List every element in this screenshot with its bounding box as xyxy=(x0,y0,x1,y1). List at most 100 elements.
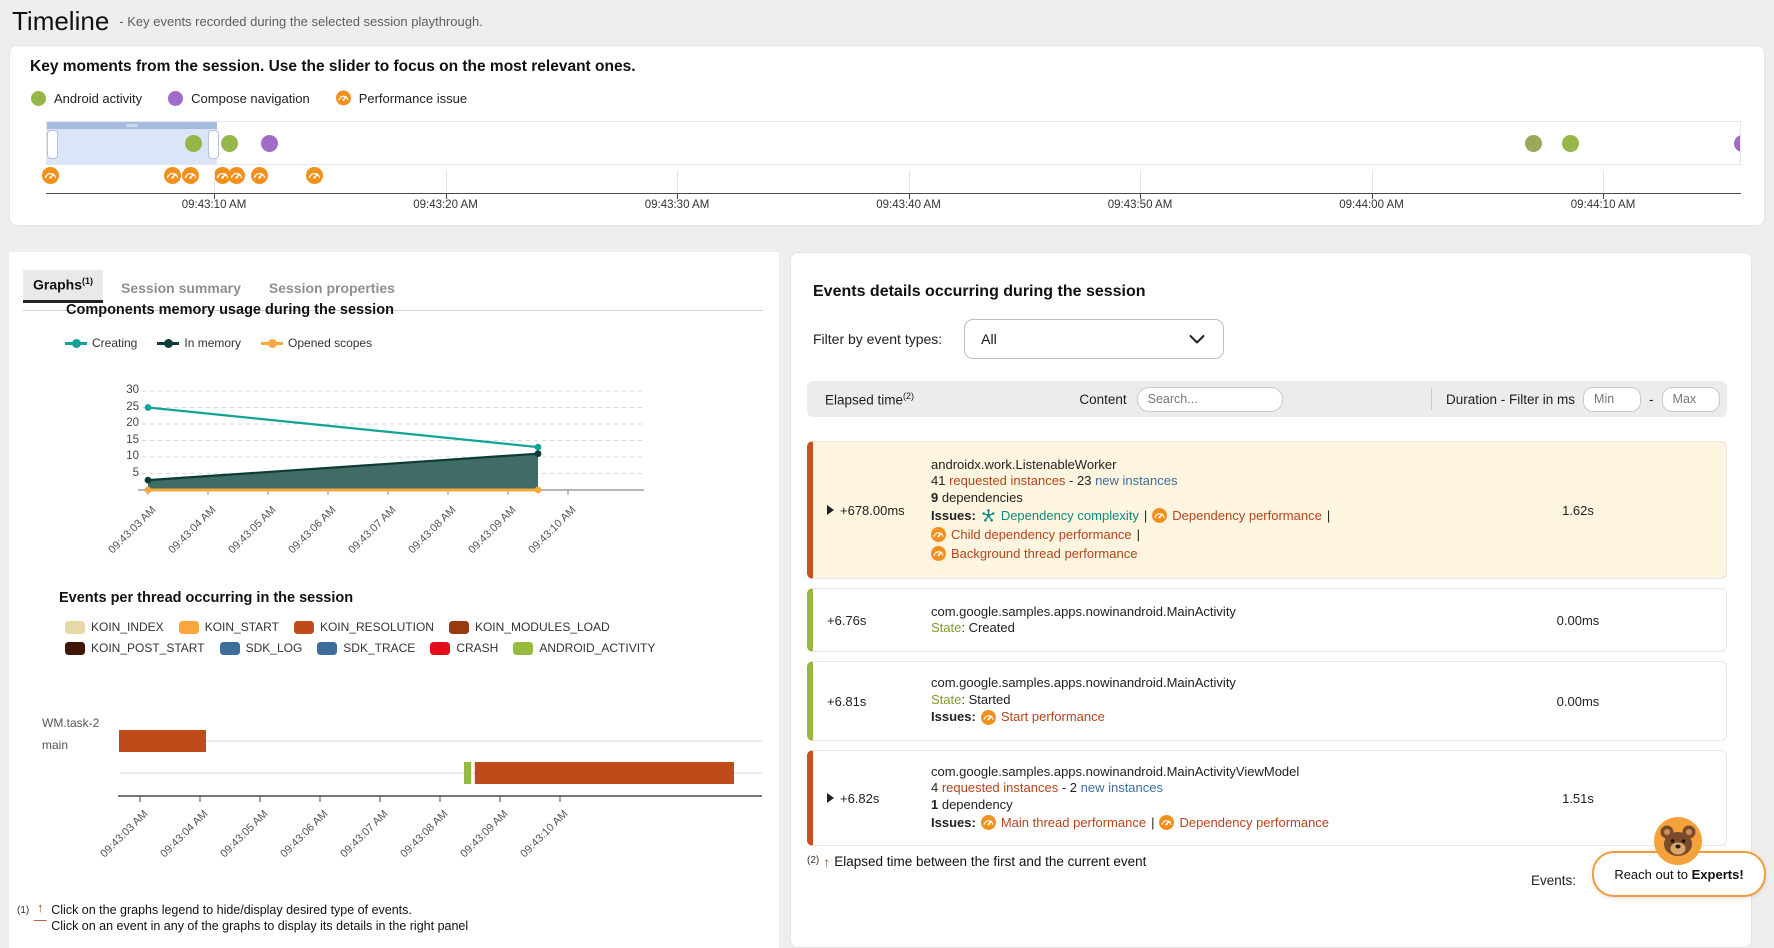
gauge-icon xyxy=(981,710,996,725)
timeline-axis xyxy=(46,193,1741,194)
memory-x-tick-label: 09:43:04 AM xyxy=(149,504,218,573)
issue-link[interactable]: Dependency complexity xyxy=(1001,508,1139,525)
thread-event-bar[interactable] xyxy=(119,730,206,752)
new-instances-link[interactable]: new instances xyxy=(1095,473,1177,488)
legend-sdk-log[interactable]: SDK_LOG xyxy=(220,641,303,655)
timeline-event-dot[interactable] xyxy=(221,135,238,152)
performance-issue-icon[interactable] xyxy=(164,167,181,184)
requested-instances-link[interactable]: requested instances xyxy=(949,473,1065,488)
memory-data-point[interactable] xyxy=(535,444,542,451)
gauge-icon xyxy=(1159,815,1174,830)
legend-android-activity[interactable]: ANDROID_ACTIVITY xyxy=(513,641,655,655)
performance-issue-icon[interactable] xyxy=(228,167,245,184)
event-row[interactable]: +6.82s com.google.samples.apps.nowinandr… xyxy=(807,750,1727,846)
legend-chip-icon xyxy=(179,621,199,634)
memory-data-point[interactable] xyxy=(535,450,542,457)
events-table-header: Elapsed time(2) Content Duration - Filte… xyxy=(807,381,1727,417)
dependency-complexity-icon xyxy=(981,508,996,523)
event-issues: Issues: Dependency complexity | Dependen… xyxy=(931,506,1430,525)
issue-link[interactable]: Child dependency performance xyxy=(951,527,1132,544)
memory-data-point[interactable] xyxy=(145,487,152,494)
duration-value: 1.51s xyxy=(1430,791,1726,806)
timeline-handle-right[interactable] xyxy=(208,130,219,159)
memory-y-tick-label: 30 xyxy=(107,384,139,396)
legend-compose-navigation[interactable]: Compose navigation xyxy=(168,91,310,106)
memory-data-point[interactable] xyxy=(145,404,152,411)
performance-issue-icon[interactable] xyxy=(42,167,59,184)
expander-icon[interactable] xyxy=(827,505,834,515)
legend-koin-modules-load[interactable]: KOIN_MODULES_LOAD xyxy=(449,620,610,634)
issue-link[interactable]: Dependency performance xyxy=(1179,815,1329,832)
android-activity-dot-icon xyxy=(31,91,46,106)
event-row[interactable]: +6.81s com.google.samples.apps.nowinandr… xyxy=(807,661,1727,741)
timeline-axis-tick xyxy=(677,170,678,192)
timeline-event-dot[interactable] xyxy=(261,135,278,152)
event-row[interactable]: +6.76s com.google.samples.apps.nowinandr… xyxy=(807,588,1727,652)
legend-koin-index[interactable]: KOIN_INDEX xyxy=(65,620,164,634)
legend-performance-issue[interactable]: Performance issue xyxy=(336,90,467,106)
content-search-input[interactable] xyxy=(1137,387,1283,412)
compose-navigation-dot-icon xyxy=(168,91,183,106)
legend-koin-start[interactable]: KOIN_START xyxy=(179,620,279,634)
thread-chart[interactable] xyxy=(118,718,764,818)
timeline-selection-grip[interactable] xyxy=(47,122,217,129)
elapsed-footnote: (2) ↑ Elapsed time between the first and… xyxy=(807,854,1146,870)
thread-chart-legend: KOIN_INDEX KOIN_START KOIN_RESOLUTION KOIN_… xyxy=(65,620,655,655)
legend-koin-post-start[interactable]: KOIN_POST_START xyxy=(65,641,205,655)
memory-x-tick-label: 09:43:09 AM xyxy=(449,504,518,573)
memory-x-tick-label: 09:43:05 AM xyxy=(209,504,278,573)
tab-graphs[interactable]: Graphs(1) xyxy=(23,270,103,303)
tab-session-properties[interactable]: Session properties xyxy=(259,274,405,303)
duration-value: 1.62s xyxy=(1430,503,1726,518)
issue-link[interactable]: Main thread performance xyxy=(1001,815,1146,832)
event-title: androidx.work.ListenableWorker xyxy=(931,457,1430,474)
thread-x-tick-label: 09:43:03 AM xyxy=(81,808,150,877)
new-instances-link[interactable]: new instances xyxy=(1081,780,1163,795)
memory-y-tick-label: 5 xyxy=(107,467,139,479)
legend-opened-scopes[interactable]: Opened scopes xyxy=(261,336,372,350)
duration-min-input[interactable] xyxy=(1583,387,1641,412)
event-type-select[interactable]: All xyxy=(964,319,1224,359)
timeline-event-dot[interactable] xyxy=(185,135,202,152)
thread-legend-row: KOIN_INDEX KOIN_START KOIN_RESOLUTION KOIN_… xyxy=(65,620,655,634)
legend-chip-icon xyxy=(65,621,85,634)
legend-label: Android activity xyxy=(54,91,142,106)
in-memory-area xyxy=(148,454,538,490)
timeline-event-dot[interactable] xyxy=(1734,135,1741,152)
memory-y-tick-label: 25 xyxy=(107,401,139,413)
memory-chart[interactable] xyxy=(136,382,648,504)
duration-max-input[interactable] xyxy=(1662,387,1720,412)
legend-sdk-trace[interactable]: SDK_TRACE xyxy=(317,641,415,655)
legend-label: Compose navigation xyxy=(191,91,310,106)
thread-event-bar[interactable] xyxy=(464,762,471,784)
thread-event-bar[interactable] xyxy=(475,762,734,784)
issue-link[interactable]: Start performance xyxy=(1001,709,1105,726)
timeline-axis-tick xyxy=(909,170,910,192)
event-row[interactable]: +678.00ms androidx.work.ListenableWorker… xyxy=(807,441,1727,579)
performance-issue-icon[interactable] xyxy=(182,167,199,184)
timeline-track[interactable] xyxy=(46,121,1741,165)
performance-issue-icon[interactable] xyxy=(251,167,268,184)
timeline-handle-left[interactable] xyxy=(47,130,58,159)
legend-android-activity[interactable]: Android activity xyxy=(31,91,142,106)
memory-data-point[interactable] xyxy=(535,487,542,494)
legend-koin-resolution[interactable]: KOIN_RESOLUTION xyxy=(294,620,434,634)
timeline-event-dot[interactable] xyxy=(1562,135,1579,152)
tab-bar: Graphs(1) Session summary Session proper… xyxy=(23,270,405,303)
tab-session-summary[interactable]: Session summary xyxy=(111,274,251,303)
requested-instances-link[interactable]: requested instances xyxy=(942,780,1058,795)
issue-link[interactable]: Dependency performance xyxy=(1172,508,1322,525)
performance-issue-icon[interactable] xyxy=(306,167,323,184)
legend-crash[interactable]: CRASH xyxy=(430,641,498,655)
memory-data-point[interactable] xyxy=(145,477,152,484)
legend-chip-icon xyxy=(449,621,469,634)
issue-link[interactable]: Background thread performance xyxy=(951,546,1137,563)
legend-in-memory[interactable]: In memory xyxy=(157,336,241,350)
expander-icon[interactable] xyxy=(827,793,834,803)
event-state: State: Created xyxy=(931,620,1430,637)
timeline-event-dot[interactable] xyxy=(1525,135,1542,152)
legend-creating[interactable]: Creating xyxy=(65,336,137,350)
event-issues: Issues: Main thread performance | Depend… xyxy=(931,813,1430,832)
experts-bear-avatar[interactable] xyxy=(1654,817,1702,865)
legend-chip-icon xyxy=(294,621,314,634)
